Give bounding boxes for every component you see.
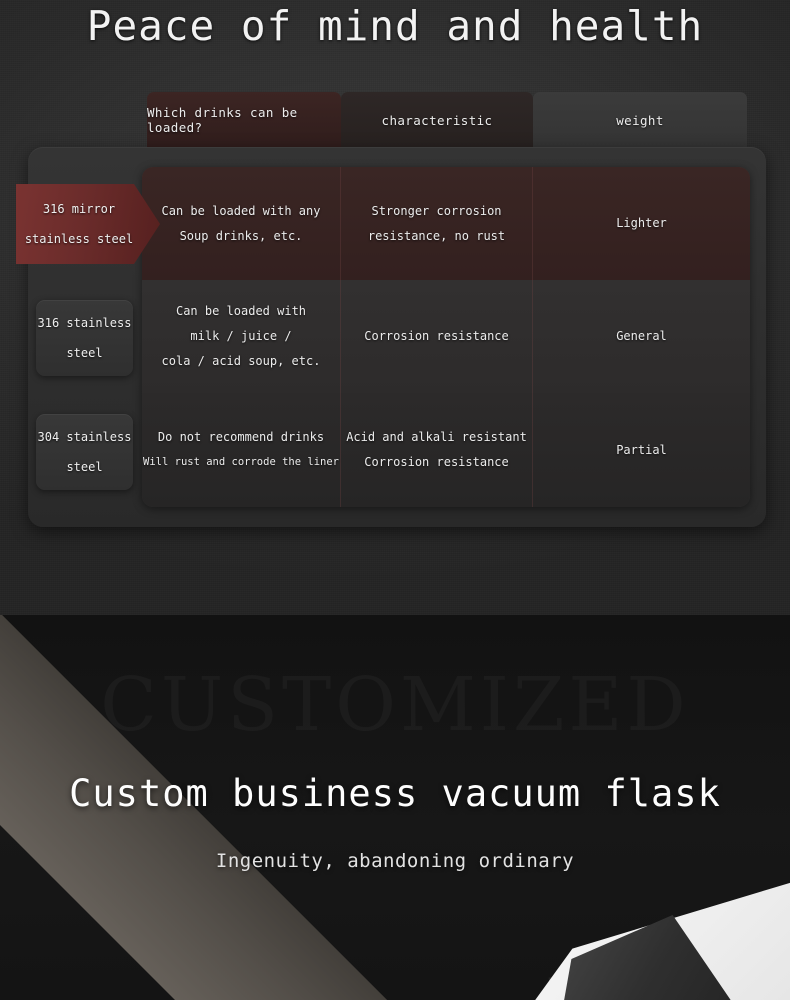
row-label-line: 316 stainless (37, 316, 132, 330)
cell-line: Lighter (616, 216, 667, 230)
cell-characteristic: Stronger corrosion resistance, no rust (341, 167, 533, 280)
cell-drinks: Can be loaded with any Soup drinks, etc. (142, 167, 341, 280)
cell-weight: General (533, 280, 750, 393)
cell-line: Do not recommend drinks (157, 430, 325, 444)
cell-line: Will rust and corrode the liner (143, 456, 339, 468)
table-header-weight[interactable]: weight (533, 92, 747, 148)
cell-weight: Partial (533, 393, 750, 507)
comparison-table: Can be loaded with any Soup drinks, etc.… (142, 167, 750, 507)
cell-characteristic: Acid and alkali resistant Corrosion resi… (341, 393, 533, 507)
cell-line: Acid and alkali resistant (346, 430, 527, 444)
row-label-line: steel (66, 460, 103, 474)
banner-headline: Custom business vacuum flask (69, 772, 721, 815)
watermark-text: CUSTOMIZED (0, 665, 790, 745)
banner-tagline: Ingenuity, abandoning ordinary (215, 850, 575, 872)
table-row: Do not recommend drinks Will rust and co… (142, 393, 750, 507)
cell-line: Corrosion resistance (364, 455, 509, 469)
cell-line: Can be loaded with any (161, 203, 321, 218)
row-label-316[interactable]: 316 stainless steel (36, 300, 133, 376)
table-row: Can be loaded with milk / juice / cola /… (142, 280, 750, 393)
product-banner-section: CUSTOMIZED Custom business vacuum flask … (0, 615, 790, 1000)
cell-characteristic: Corrosion resistance (341, 280, 533, 393)
cell-line: Stronger corrosion (371, 203, 502, 218)
cell-line: Partial (616, 442, 667, 457)
row-label-line: stainless steel (24, 232, 134, 246)
cell-line: resistance, no rust (367, 228, 506, 243)
cell-drinks: Do not recommend drinks Will rust and co… (142, 393, 341, 507)
row-label-304[interactable]: 304 stainless steel (36, 414, 133, 490)
cell-line: Soup drinks, etc. (179, 228, 303, 243)
row-label-316-mirror[interactable]: 316 mirror stainless steel (16, 184, 160, 264)
row-label-line: steel (66, 346, 103, 360)
table-header-drinks[interactable]: Which drinks can be loaded? (147, 92, 341, 148)
cell-line: General (616, 329, 667, 343)
cell-drinks: Can be loaded with milk / juice / cola /… (142, 280, 341, 393)
row-label-line: 316 mirror (42, 202, 116, 216)
table-header-tabs: Which drinks can be loaded? characterist… (147, 92, 747, 148)
infographic-page: Peace of mind and health Which drinks ca… (0, 0, 790, 1000)
section-headline: Peace of mind and health (86, 2, 704, 50)
comparison-section: Peace of mind and health Which drinks ca… (0, 0, 790, 615)
row-label-line: 304 stainless (37, 430, 132, 444)
cell-line: Corrosion resistance (364, 329, 509, 343)
cell-line: cola / acid soup, etc. (161, 354, 321, 368)
table-row: Can be loaded with any Soup drinks, etc.… (142, 167, 750, 280)
cell-line: Can be loaded with (175, 304, 307, 318)
table-header-characteristic[interactable]: characteristic (341, 92, 533, 148)
cell-line: milk / juice / (190, 329, 292, 343)
cell-weight: Lighter (533, 167, 750, 280)
